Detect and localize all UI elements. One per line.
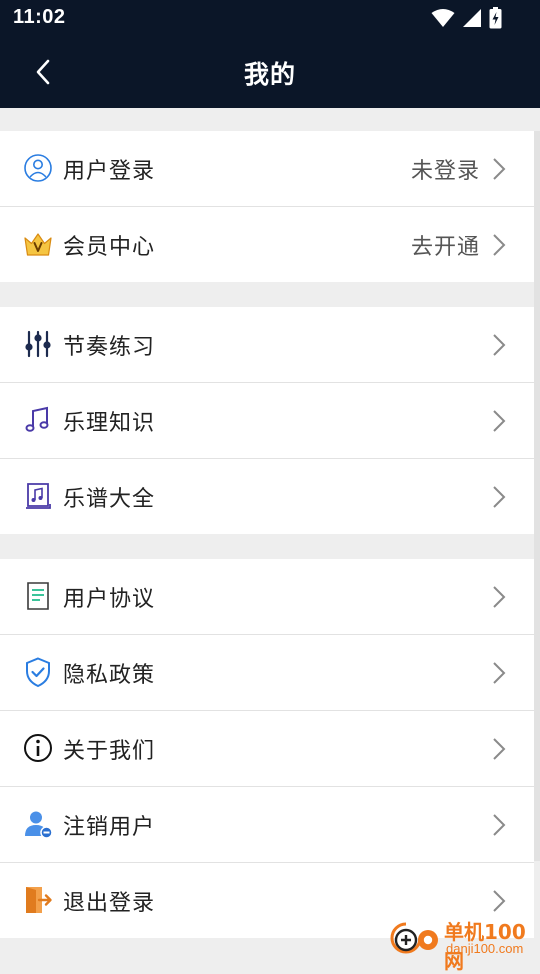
user-circle-icon (22, 152, 54, 184)
menu-item-user-agreement[interactable]: 用户协议 (0, 559, 534, 635)
chevron-right-icon (493, 814, 506, 836)
shield-check-icon (22, 656, 54, 688)
menu-item-label: 节奏练习 (63, 335, 156, 360)
menu-item-vip-center[interactable]: 会员中心 去开通 (0, 207, 534, 282)
watermark-logo-icon (390, 922, 438, 954)
music-note-icon (22, 404, 54, 436)
account-section: 用户登录 未登录 会员中心 去开通 (0, 131, 534, 282)
menu-item-sheet-music[interactable]: 乐谱大全 (0, 459, 534, 534)
chevron-right-icon (493, 234, 506, 256)
menu-item-rhythm-practice[interactable]: 节奏练习 (0, 307, 534, 383)
status-bar: 11:02 (0, 0, 540, 36)
wifi-icon (431, 9, 455, 27)
app-bar: 我的 (0, 36, 540, 108)
page-title: 我的 (243, 60, 296, 89)
menu-item-delete-account[interactable]: 注销用户 (0, 787, 534, 863)
info-icon (22, 732, 54, 764)
menu-item-label: 会员中心 (63, 235, 156, 260)
chevron-right-icon (493, 890, 506, 912)
sliders-icon (22, 328, 54, 360)
login-status-value: 未登录 (410, 159, 480, 184)
scroll-edge (534, 131, 540, 861)
vip-crown-icon (22, 228, 54, 260)
chevron-right-icon (493, 586, 506, 608)
cell-signal-icon (463, 9, 481, 27)
chevron-right-icon (493, 662, 506, 684)
menu-item-label: 乐理知识 (63, 411, 156, 436)
chevron-right-icon (493, 738, 506, 760)
chevron-right-icon (493, 334, 506, 356)
chevron-right-icon (493, 410, 506, 432)
document-icon (22, 580, 54, 612)
menu-item-user-login[interactable]: 用户登录 未登录 (0, 131, 534, 207)
menu-item-about-us[interactable]: 关于我们 (0, 711, 534, 787)
about-section: 用户协议 隐私政策 关于我们 注销用户 退出登录 (0, 559, 534, 938)
vip-status-value: 去开通 (410, 235, 480, 260)
menu-item-label: 隐私政策 (63, 663, 156, 688)
chevron-right-icon (493, 158, 506, 180)
menu-item-label: 退出登录 (63, 891, 156, 916)
music-book-icon (22, 480, 54, 512)
music-section: 节奏练习 乐理知识 乐谱大全 (0, 307, 534, 534)
watermark-en: danji100.com (446, 941, 524, 956)
menu-item-label: 乐谱大全 (63, 487, 156, 512)
battery-charging-icon (489, 7, 502, 29)
logout-door-icon (22, 884, 54, 916)
menu-item-music-theory[interactable]: 乐理知识 (0, 383, 534, 459)
chevron-right-icon (493, 486, 506, 508)
menu-item-label: 关于我们 (63, 739, 156, 764)
menu-item-label: 用户协议 (63, 587, 156, 612)
menu-item-privacy-policy[interactable]: 隐私政策 (0, 635, 534, 711)
status-icons (431, 7, 502, 29)
status-time: 11:02 (13, 6, 66, 28)
user-remove-icon (22, 808, 54, 840)
watermark: 单机100网 danji100.com (386, 914, 538, 973)
menu-item-label: 用户登录 (63, 159, 156, 184)
menu-item-label: 注销用户 (63, 815, 156, 840)
